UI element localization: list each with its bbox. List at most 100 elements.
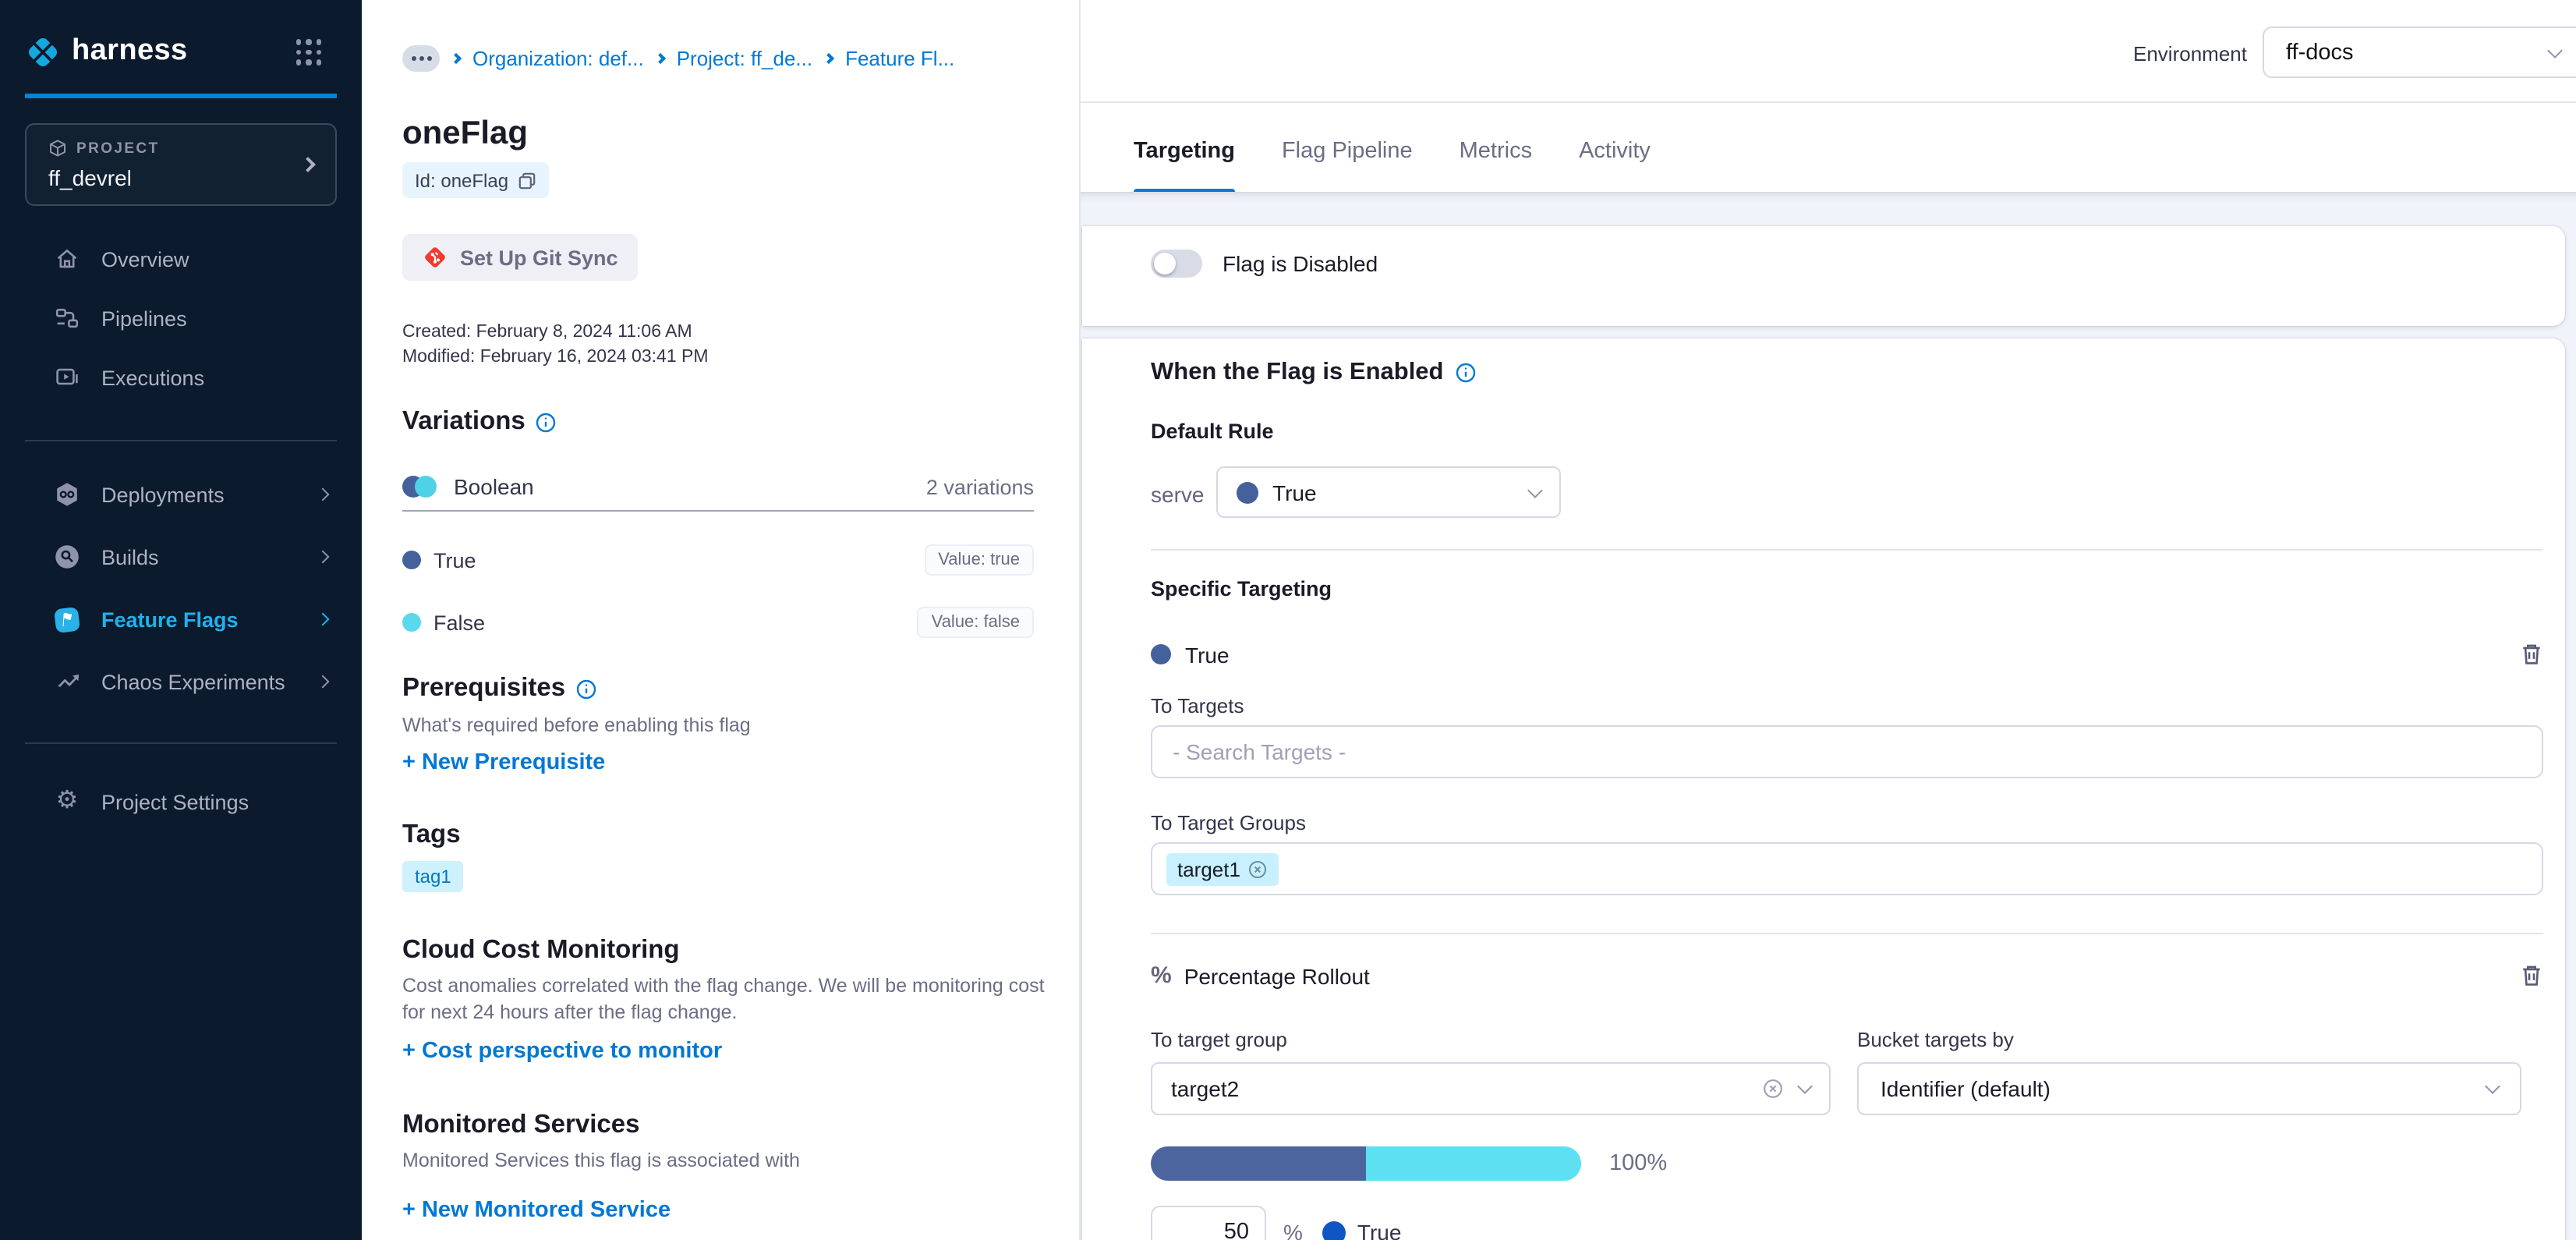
bucket-targets-select[interactable]: Identifier (default) [1857,1062,2521,1115]
sidebar-item-label: Builds [101,545,159,569]
tags-heading-row: Tags [402,820,461,850]
sidebar-item-label: Chaos Experiments [101,670,285,693]
rollout-target-group-label: To target group [1151,1028,1287,1051]
true-variation-dot [1323,1221,1346,1240]
serve-value: True [1272,480,1317,505]
chevron-right-icon [451,53,462,64]
target-groups-input[interactable]: target1 [1151,842,2543,895]
sidebar-item-pipelines[interactable]: Pipelines [0,292,362,345]
target-group-chip-label: target1 [1177,857,1240,880]
percentage-rollout-row: % Percentage Rollout [1151,962,2543,989]
cost-perspective-link[interactable]: + Cost perspective to monitor [402,1039,722,1064]
home-icon [53,246,81,271]
sidebar-item-deployments[interactable]: Deployments [0,468,362,521]
weight-percent-input[interactable]: 50 [1151,1206,1266,1240]
monitored-services-heading-row: Monitored Services [402,1111,639,1140]
app-grid-icon[interactable] [295,39,321,65]
target-group-chip[interactable]: target1 [1166,852,1279,885]
boolean-type-icon [402,476,437,498]
variation-type-label: Boolean [454,474,534,499]
delete-rule-trash-icon[interactable] [2520,641,2543,668]
new-prerequisite-link[interactable]: + New Prerequisite [402,750,605,775]
variation-name: False [433,611,485,634]
sidebar-item-label: Overview [101,247,189,271]
to-target-groups-label: To Target Groups [1151,811,1306,834]
variations-heading-row: Variations [402,407,557,437]
flag-id-text: Id: oneFlag [415,169,508,191]
deployments-icon [53,480,81,508]
breadcrumb-org-link[interactable]: Organization: def... [472,47,644,70]
rollout-target-group-select[interactable]: target2 [1151,1062,1831,1115]
feature-flags-icon [53,604,81,634]
rollout-target-group-value: target2 [1171,1076,1239,1101]
remove-chip-icon[interactable] [1248,859,1269,879]
tab-label: Metrics [1460,139,1532,164]
rule-variation-name: True [1185,642,1230,667]
copy-icon[interactable] [518,171,536,190]
sidebar-item-executions[interactable]: Executions [0,351,362,404]
percent-icon: % [1151,962,1172,989]
variation-value-badge: Value: true [924,544,1034,576]
sidebar-item-builds[interactable]: Builds [0,530,362,583]
sidebar-item-chaos-experiments[interactable]: Chaos Experiments [0,655,362,708]
percentage-rollout-heading: Percentage Rollout [1184,963,1370,988]
logo-row: harness [25,31,337,72]
sidebar-item-feature-flags[interactable]: Feature Flags [0,593,362,646]
delete-rollout-trash-icon[interactable] [2520,962,2543,989]
sidebar-divider [25,742,337,744]
specific-targeting-rule-row: True [1151,641,2543,668]
prerequisites-heading: Prerequisites [402,674,565,703]
tag-chip[interactable]: tag1 [402,861,464,892]
chevron-right-icon [317,613,330,626]
chevron-down-icon [2485,1079,2500,1094]
tags-heading: Tags [402,820,461,850]
rollout-false-segment [1366,1146,1581,1181]
info-icon[interactable] [575,678,596,700]
chevron-down-icon [2547,42,2563,58]
tab-targeting[interactable]: Targeting [1134,103,1235,193]
brand-name: harness [72,34,188,69]
flag-id-badge[interactable]: Id: oneFlag [402,162,549,198]
tab-flag-pipeline[interactable]: Flag Pipeline [1282,103,1413,193]
clear-selection-icon[interactable] [1762,1078,1784,1100]
chevron-down-icon [1527,482,1543,498]
chevron-right-icon [317,551,330,564]
new-monitored-service-link[interactable]: + New Monitored Service [402,1198,671,1223]
breadcrumb-section-link[interactable]: Feature Fl... [845,47,954,70]
sidebar-item-label: Deployments [101,483,225,506]
sidebar-item-overview[interactable]: Overview [0,232,362,285]
tab-label: Flag Pipeline [1282,139,1413,164]
tab-activity[interactable]: Activity [1579,103,1651,193]
set-up-git-sync-button[interactable]: Set Up Git Sync [402,234,639,281]
rollout-distribution-bar [1151,1146,1581,1181]
targeting-rules-card: When the Flag is Enabled Default Rule se… [1082,338,2565,1240]
info-icon[interactable] [535,411,557,433]
sidebar-item-label: Executions [101,366,204,389]
sidebar-item-label: Project Settings [101,790,249,813]
info-icon[interactable] [1455,362,1477,384]
variation-row-true: True Value: true [402,547,1034,572]
breadcrumb-project-link[interactable]: Project: ff_de... [677,47,812,70]
modified-timestamp: Modified: February 16, 2024 03:41 PM [402,348,709,367]
flag-enabled-toggle[interactable] [1151,250,1202,278]
chevron-right-icon [300,157,316,172]
flag-details-panel: Organization: def... Project: ff_de... F… [362,0,1081,1240]
divider [402,510,1034,512]
created-timestamp: Created: February 8, 2024 11:06 AM [402,323,692,342]
specific-targeting-heading: Specific Targeting [1151,577,1332,601]
variation-type-row: Boolean 2 variations [402,474,1034,499]
true-variation-dot [1151,644,1171,664]
page-title: oneFlag [402,115,528,153]
project-selector[interactable]: PROJECT ff_devrel [25,123,337,206]
breadcrumb-collapse-button[interactable] [402,45,440,72]
environment-select[interactable]: ff-docs [2263,27,2576,78]
targeting-panel: Environment ff-docs Targeting Flag Pipel… [1081,0,2576,1240]
tab-metrics[interactable]: Metrics [1460,103,1532,193]
enabled-heading: When the Flag is Enabled [1151,359,1444,387]
search-targets-input[interactable] [1151,725,2543,778]
tab-label: Activity [1579,139,1651,164]
targeting-content: Flag is Disabled When the Flag is Enable… [1081,193,2576,1240]
serve-label: serve [1151,482,1204,507]
default-rule-serve-select[interactable]: True [1216,466,1561,518]
sidebar-item-project-settings[interactable]: ⚙ Project Settings [0,775,362,828]
